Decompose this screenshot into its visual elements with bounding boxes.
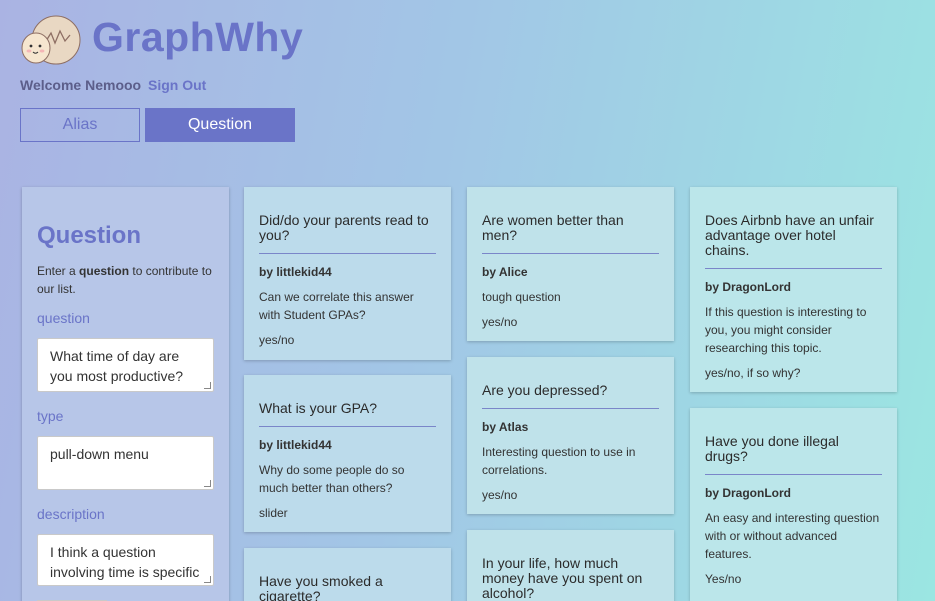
resize-handle-icon[interactable] [204,480,211,487]
question-card[interactable]: In your life, how much money have you sp… [467,530,674,601]
card-type: yes/no, if so why? [705,366,801,380]
card-title: Are women better than men? [482,187,659,254]
card-type: yes/no [259,333,295,347]
form-intro: Enter a question to contribute to our li… [37,264,212,296]
welcome-bar: Welcome Nemooo Sign Out [20,77,206,93]
card-type: yes/no [482,488,518,502]
card-author: by Atlas [482,420,529,434]
question-card[interactable]: Does Airbnb have an unfair advantage ove… [690,187,897,392]
brand-title[interactable]: GraphWhy [92,14,303,61]
question-form-panel: Question Enter a question to contribute … [22,187,229,601]
question-card[interactable]: Did/do your parents read to you? by litt… [244,187,451,360]
welcome-text: Welcome Nemooo [20,77,142,93]
card-author: by DragonLord [705,486,791,500]
graphwhy-logo [21,15,81,65]
question-card[interactable]: Are you depressed? by Atlas Interesting … [467,357,674,514]
question-label: question [37,310,90,326]
card-title: Have you smoked a cigarette? [259,548,436,601]
question-card[interactable]: Are women better than men? by Alice toug… [467,187,674,341]
card-type: yes/no [482,315,518,329]
sign-out-link[interactable]: Sign Out [148,77,206,93]
question-card[interactable]: What is your GPA? by littlekid44 Why do … [244,375,451,532]
description-label: description [37,506,105,522]
resize-handle-icon[interactable] [204,576,211,583]
card-description: Can we correlate this answer with Studen… [259,290,414,322]
type-textarea[interactable]: pull-down menu [37,436,214,490]
resize-handle-icon[interactable] [204,382,211,389]
card-author: by littlekid44 [259,438,332,452]
card-description: An easy and interesting question with or… [705,511,880,561]
card-title: Are you depressed? [482,357,659,409]
card-title: Have you done illegal drugs? [705,408,882,475]
card-description: Interesting question to use in correlati… [482,445,636,477]
card-author: by DragonLord [705,280,791,294]
card-title: What is your GPA? [259,375,436,427]
card-author: by littlekid44 [259,265,332,279]
tab-alias[interactable]: Alias [20,108,140,142]
description-textarea[interactable]: I think a question involving time is spe… [37,534,214,586]
question-card[interactable]: Have you smoked a cigarette? [244,548,451,601]
question-textarea[interactable]: What time of day are you most productive… [37,338,214,392]
card-title: In your life, how much money have you sp… [482,530,659,601]
card-description: Why do some people do so much better tha… [259,463,405,495]
card-type: slider [259,506,288,520]
card-author: by Alice [482,265,528,279]
card-description: tough question [482,290,561,304]
card-type: Yes/no [705,572,742,586]
card-title: Does Airbnb have an unfair advantage ove… [705,187,882,269]
type-label: type [37,408,64,424]
form-title: Question [37,222,142,249]
tab-question[interactable]: Question [145,108,295,142]
question-card[interactable]: Have you done illegal drugs? by DragonLo… [690,408,897,601]
card-title: Did/do your parents read to you? [259,187,436,254]
card-description: If this question is interesting to you, … [705,305,867,355]
